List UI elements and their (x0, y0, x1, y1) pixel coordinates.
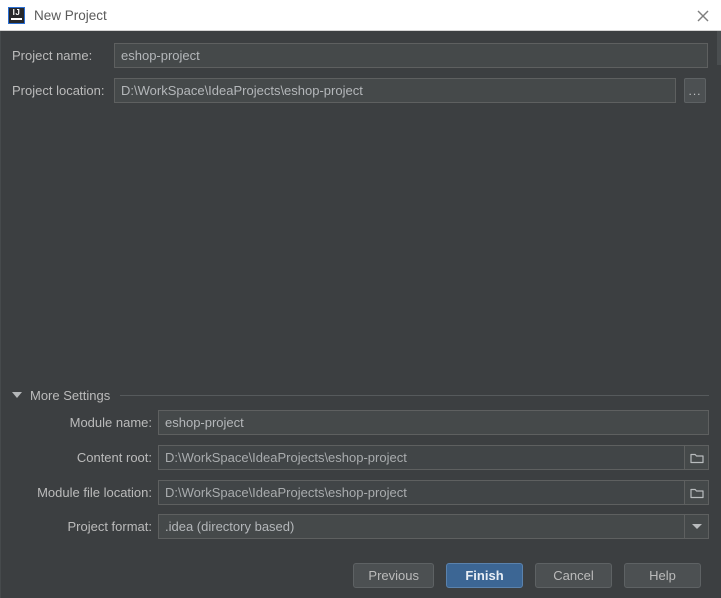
new-project-dialog: IJ New Project Project name: eshop-proje… (0, 0, 721, 598)
project-format-dropdown-button[interactable] (685, 514, 709, 539)
project-location-row: Project location: D:\WorkSpace\IdeaProje… (12, 78, 709, 103)
window-right-edge (717, 31, 721, 65)
project-location-input[interactable]: D:\WorkSpace\IdeaProjects\eshop-project (114, 78, 676, 103)
triangle-down-icon[interactable] (12, 392, 22, 398)
chevron-down-icon (691, 524, 702, 529)
help-button[interactable]: Help (624, 563, 701, 588)
module-file-location-label: Module file location: (37, 485, 152, 500)
project-name-label: Project name: (12, 48, 93, 63)
more-settings-divider (120, 394, 709, 396)
content-root-row: Content root: D:\WorkSpace\IdeaProjects\… (12, 445, 709, 470)
more-settings-label: More Settings (30, 387, 111, 403)
close-icon[interactable] (694, 7, 712, 25)
module-name-row: Module name: eshop-project (12, 410, 709, 435)
dialog-body (0, 31, 721, 598)
project-location-browse-button[interactable]: ... (684, 78, 706, 103)
dialog-footer: Previous Finish Cancel Help (0, 563, 713, 588)
project-name-input[interactable]: eshop-project (114, 43, 708, 68)
content-root-browse-button[interactable] (685, 445, 709, 470)
module-name-input[interactable]: eshop-project (158, 410, 709, 435)
ellipsis-icon: ... (688, 83, 702, 98)
logo-underline-bar (11, 17, 22, 20)
previous-button[interactable]: Previous (353, 563, 434, 588)
cancel-button[interactable]: Cancel (535, 563, 612, 588)
project-format-label: Project format: (67, 519, 152, 534)
dialog-titlebar: IJ New Project (0, 0, 721, 31)
project-format-select[interactable]: .idea (directory based) (158, 514, 685, 539)
dialog-title: New Project (34, 7, 107, 23)
content-root-label: Content root: (76, 450, 152, 465)
intellij-idea-logo-icon: IJ (8, 6, 25, 24)
content-root-input[interactable]: D:\WorkSpace\IdeaProjects\eshop-project (158, 445, 685, 470)
module-name-label: Module name: (69, 415, 152, 430)
folder-icon (689, 453, 704, 463)
finish-button[interactable]: Finish (446, 563, 523, 588)
window-left-edge (0, 31, 1, 598)
more-settings-header[interactable]: More Settings (12, 385, 709, 405)
folder-icon (689, 488, 704, 498)
project-format-row: Project format: .idea (directory based) (12, 514, 709, 539)
project-location-label: Project location: (12, 83, 105, 98)
module-file-location-browse-button[interactable] (685, 480, 709, 505)
project-name-row: Project name: eshop-project (12, 43, 709, 68)
logo-ij-text: IJ (12, 7, 21, 17)
module-file-location-input[interactable]: D:\WorkSpace\IdeaProjects\eshop-project (158, 480, 685, 505)
module-file-location-row: Module file location: D:\WorkSpace\IdeaP… (12, 480, 709, 505)
